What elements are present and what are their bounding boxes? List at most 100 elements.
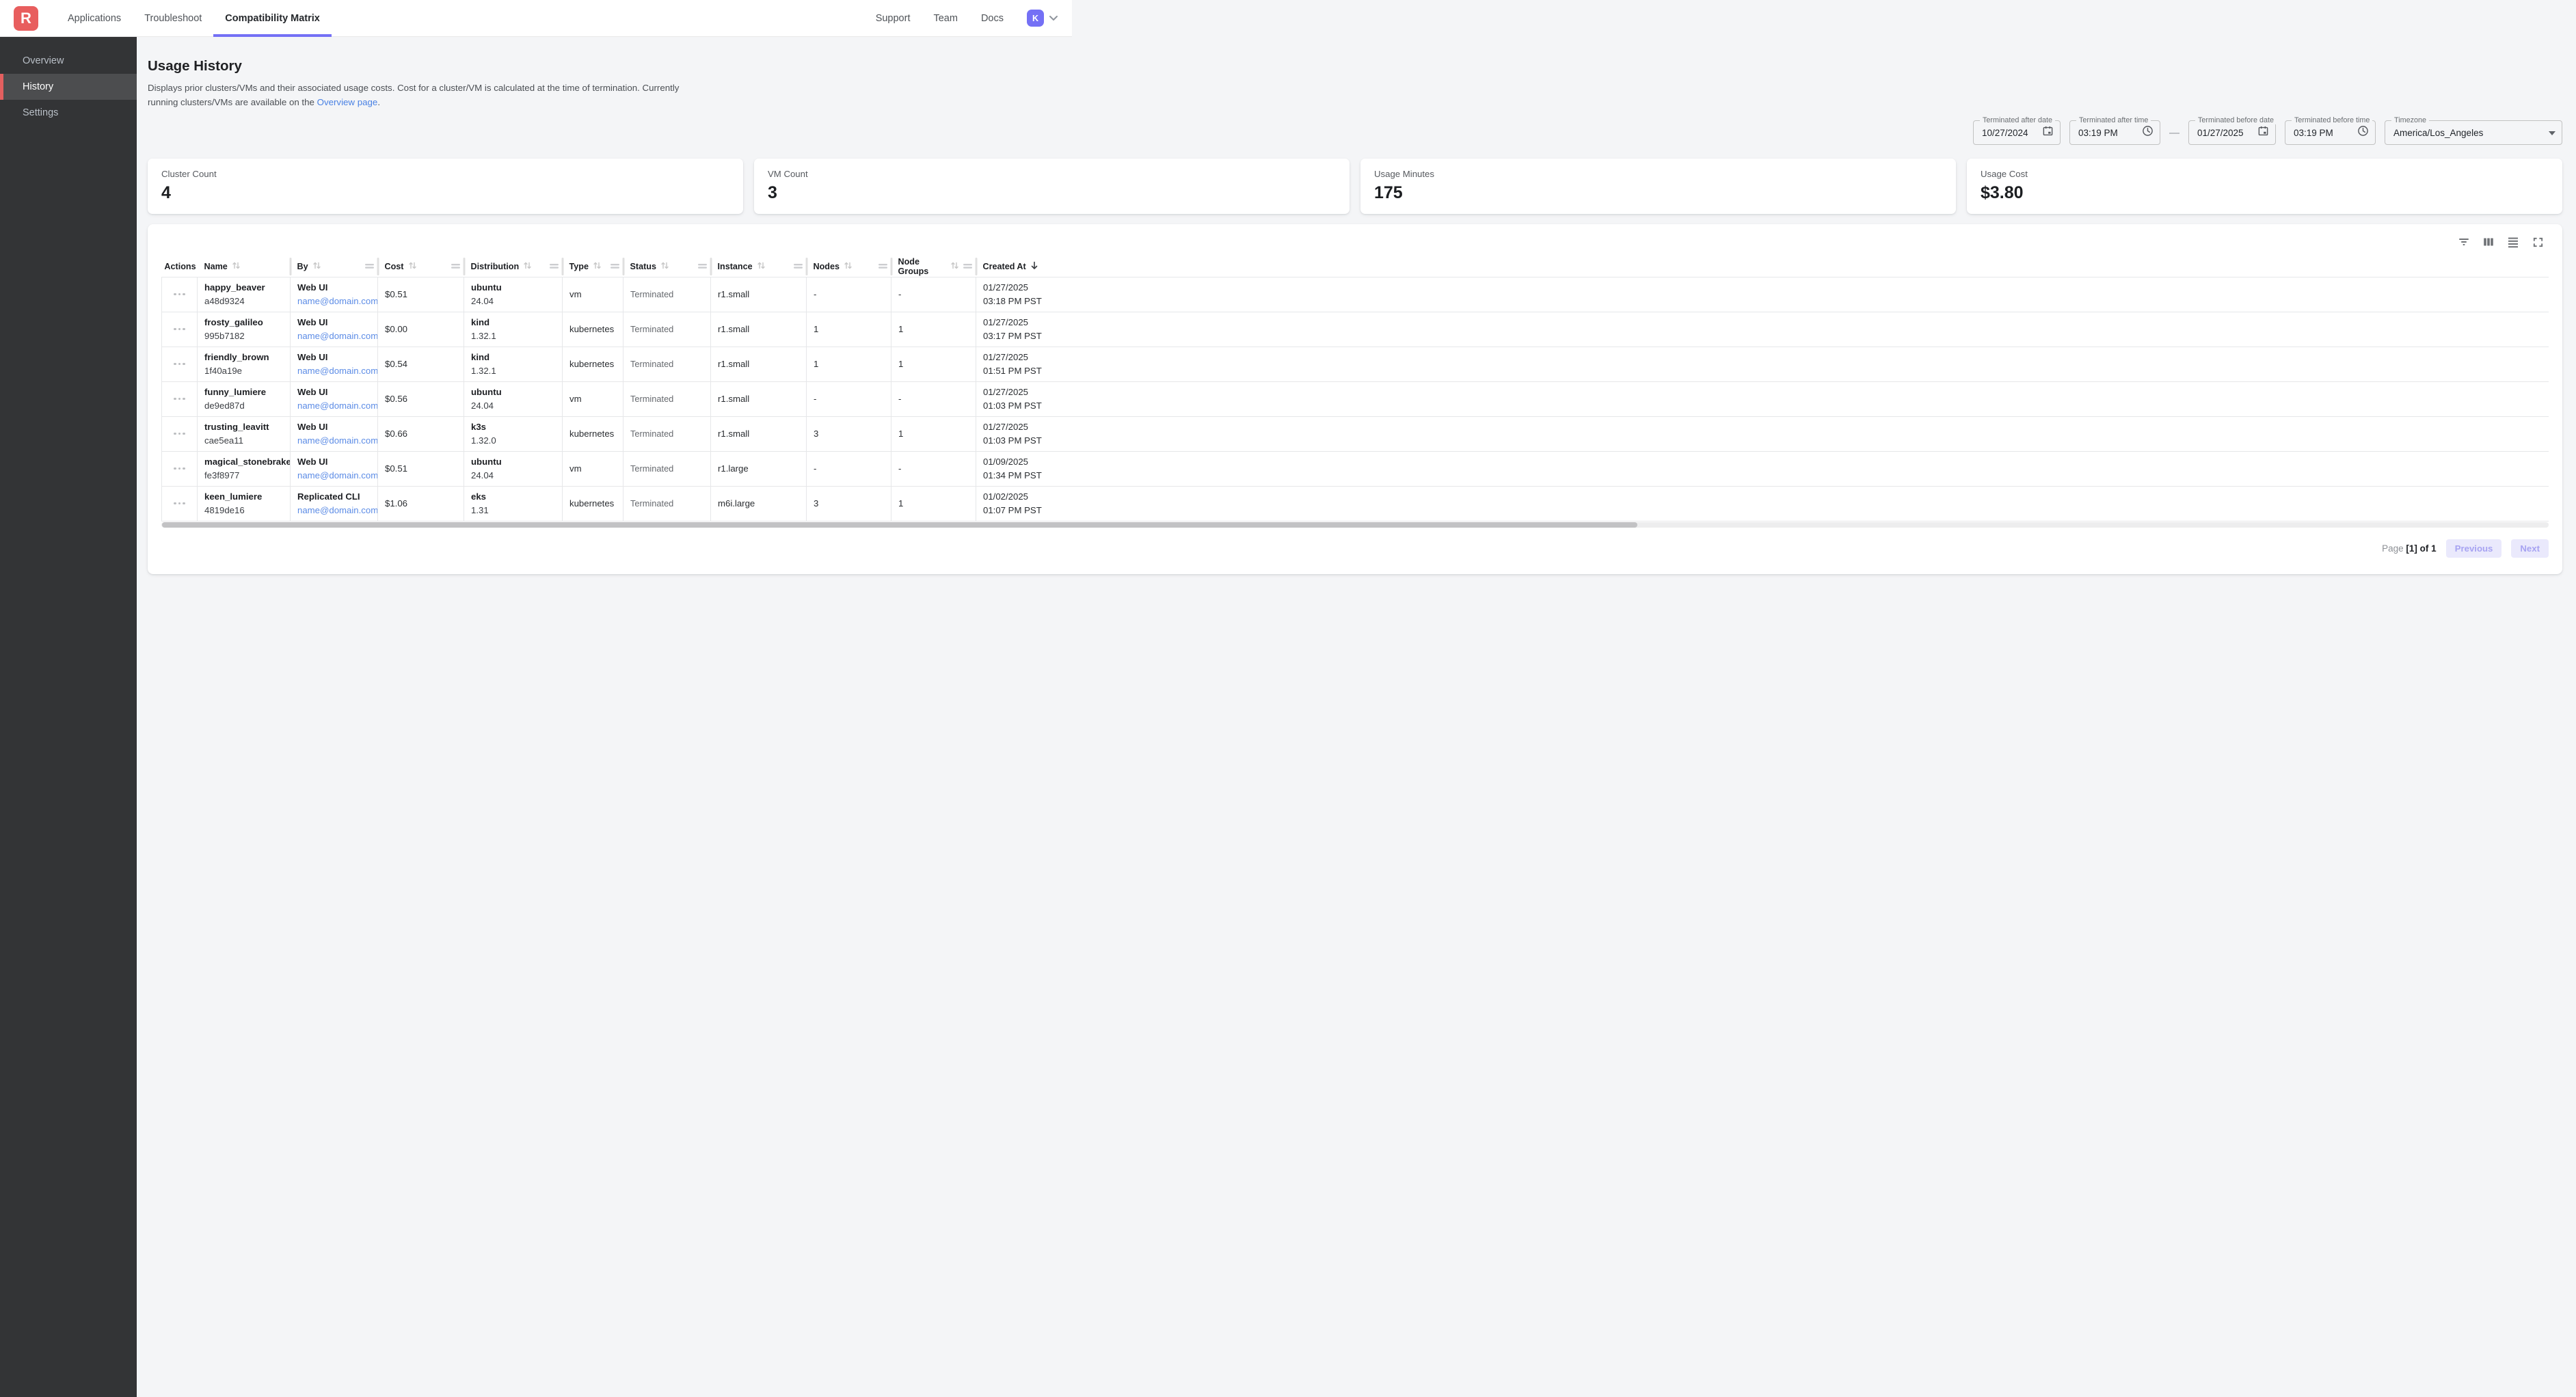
density-icon[interactable] <box>2506 235 2520 249</box>
column-resize-handle[interactable] <box>963 262 972 271</box>
column-resize-handle[interactable] <box>550 262 559 271</box>
column-resize-handle[interactable] <box>365 262 374 271</box>
sort-icon[interactable] <box>592 260 602 273</box>
active-tab-underline <box>213 34 332 37</box>
column-resize-handle[interactable] <box>794 262 803 271</box>
row-actions-button[interactable] <box>169 420 190 448</box>
column-header-instance[interactable]: Instance <box>711 256 807 277</box>
cell-distribution: ubuntu24.04 <box>464 381 563 416</box>
sort-icon[interactable] <box>843 260 853 273</box>
cell-type: kubernetes <box>563 486 623 521</box>
cell-distribution: ubuntu24.04 <box>464 277 563 312</box>
sidebar-item-settings[interactable]: Settings <box>0 100 137 126</box>
sort-icon[interactable] <box>522 260 533 273</box>
status-value: Terminated <box>630 498 673 508</box>
row-actions-button[interactable] <box>169 385 190 413</box>
timezone-select[interactable]: Timezone America/Los_Angeles <box>2385 120 2562 145</box>
terminated-before-date-field[interactable]: Terminated before date 01/27/2025 <box>2188 120 2276 145</box>
nav-item-docs[interactable]: Docs <box>981 13 1004 24</box>
cell-created-at: 01/27/202503:18 PM PST <box>976 277 2549 312</box>
usage-history-table: ActionsNameByCostDistributionTypeStatusI… <box>161 256 2549 521</box>
email-link[interactable]: name@domain.com <box>297 331 378 341</box>
clock-icon[interactable] <box>2142 125 2154 140</box>
sidebar-item-history[interactable]: History <box>0 74 137 100</box>
filter-icon[interactable] <box>2457 235 2471 249</box>
sidebar-item-overview[interactable]: Overview <box>0 48 137 74</box>
sort-icon[interactable] <box>312 260 322 273</box>
column-header-distribution[interactable]: Distribution <box>464 256 563 277</box>
sort-icon[interactable] <box>950 260 960 273</box>
email-link[interactable]: name@domain.com <box>297 435 378 446</box>
previous-page-button[interactable]: Previous <box>2446 539 2502 558</box>
terminated-after-time-field[interactable]: Terminated after time 03:19 PM <box>2069 120 2160 145</box>
row-actions-button[interactable] <box>169 316 190 343</box>
nodes-value: 3 <box>814 498 818 508</box>
cell-instance: m6i.large <box>711 486 807 521</box>
nav-item-applications[interactable]: Applications <box>56 0 133 36</box>
columns-icon[interactable] <box>2482 235 2495 249</box>
avatar[interactable]: K <box>1027 10 1044 27</box>
node-groups-value: 1 <box>898 498 903 508</box>
horizontal-scrollbar-thumb[interactable] <box>162 522 1637 528</box>
cell-distribution: kind1.32.1 <box>464 347 563 381</box>
user-menu[interactable]: K <box>1027 10 1058 27</box>
column-resize-handle[interactable] <box>698 262 707 271</box>
email-link[interactable]: name@domain.com <box>297 366 378 376</box>
nodes-value: - <box>814 463 816 474</box>
column-header-by[interactable]: By <box>291 256 378 277</box>
table-row: magical_stonebrakerfe3f8977Web UIname@do… <box>162 451 2549 486</box>
column-resize-handle[interactable] <box>878 262 887 271</box>
cell-node-groups: - <box>891 277 976 312</box>
column-header-type[interactable]: Type <box>563 256 623 277</box>
terminated-before-time-field[interactable]: Terminated before time 03:19 PM <box>2285 120 2376 145</box>
clock-icon[interactable] <box>2357 125 2369 140</box>
nav-item-support[interactable]: Support <box>876 13 911 24</box>
column-header-status[interactable]: Status <box>623 256 711 277</box>
distribution-name: kind <box>471 316 555 329</box>
nav-item-compatibility-matrix[interactable]: Compatibility Matrix <box>213 0 332 36</box>
nav-item-troubleshoot[interactable]: Troubleshoot <box>133 0 213 36</box>
cluster-id: de9ed87d <box>204 399 283 413</box>
cell-name: magical_stonebrakerfe3f8977 <box>198 451 291 486</box>
column-header-node-groups[interactable]: Node Groups <box>891 256 976 277</box>
overview-page-link[interactable]: Overview page <box>317 97 378 107</box>
calendar-icon[interactable] <box>2042 125 2054 140</box>
cell-nodes: 3 <box>807 486 891 521</box>
sort-icon[interactable] <box>756 260 766 273</box>
sort-icon[interactable] <box>407 260 418 273</box>
row-actions-button[interactable] <box>169 490 190 517</box>
sort-desc-icon[interactable] <box>1030 260 1039 273</box>
fullscreen-icon[interactable] <box>2531 235 2545 249</box>
row-actions-button[interactable] <box>169 281 190 308</box>
column-header-nodes[interactable]: Nodes <box>807 256 891 277</box>
cell-cost: $0.00 <box>378 312 464 347</box>
replicated-logo[interactable]: R <box>14 6 38 31</box>
terminated-after-date-field[interactable]: Terminated after date 10/27/2024 <box>1973 120 2061 145</box>
column-header-name[interactable]: Name <box>198 256 291 277</box>
email-link[interactable]: name@domain.com <box>297 470 378 480</box>
terminated-before-time-value: 03:19 PM <box>2294 128 2357 138</box>
cost-value: $0.51 <box>385 289 407 299</box>
chevron-down-icon[interactable] <box>1049 13 1058 24</box>
column-resize-handle[interactable] <box>451 262 460 271</box>
email-link[interactable]: name@domain.com <box>297 296 378 306</box>
column-label: Nodes <box>814 262 840 271</box>
cost-value: $0.66 <box>385 429 407 439</box>
email-link[interactable]: name@domain.com <box>297 505 378 515</box>
column-resize-handle[interactable] <box>611 262 619 271</box>
distribution-name: eks <box>471 490 555 504</box>
sort-icon[interactable] <box>231 260 241 273</box>
column-header-cost[interactable]: Cost <box>378 256 464 277</box>
calendar-icon[interactable] <box>2257 125 2269 140</box>
nodes-value: - <box>814 394 816 404</box>
type-value: kubernetes <box>569 429 614 439</box>
email-link[interactable]: name@domain.com <box>297 401 378 411</box>
table-row: keen_lumiere4819de16Replicated CLIname@d… <box>162 486 2549 521</box>
next-page-button[interactable]: Next <box>2511 539 2549 558</box>
column-header-created-at[interactable]: Created At <box>976 256 2549 277</box>
row-actions-button[interactable] <box>169 351 190 378</box>
row-actions-button[interactable] <box>169 455 190 483</box>
nav-item-team[interactable]: Team <box>933 13 957 24</box>
column-label: Actions <box>164 262 196 271</box>
sort-icon[interactable] <box>660 260 670 273</box>
